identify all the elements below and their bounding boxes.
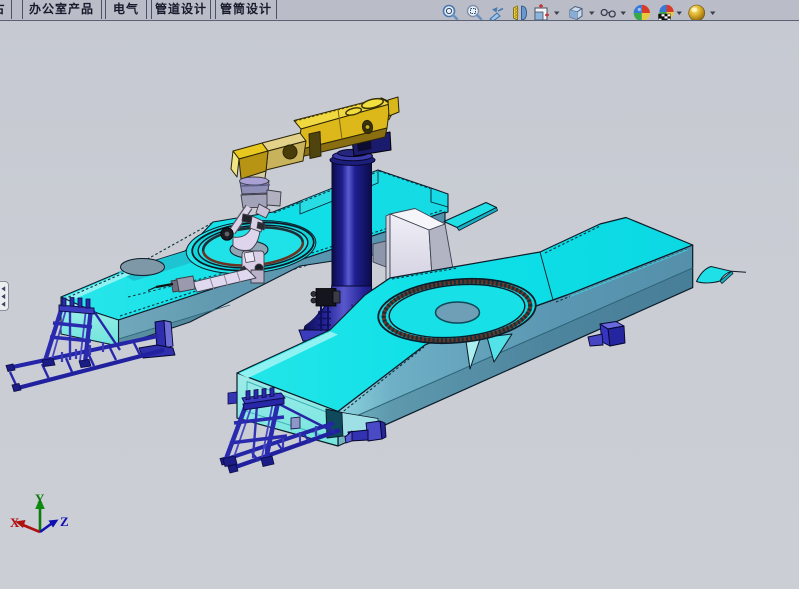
svg-text:Y: Y [35,491,45,506]
svg-text:Z: Z [60,514,69,529]
svg-text:X: X [10,515,20,530]
